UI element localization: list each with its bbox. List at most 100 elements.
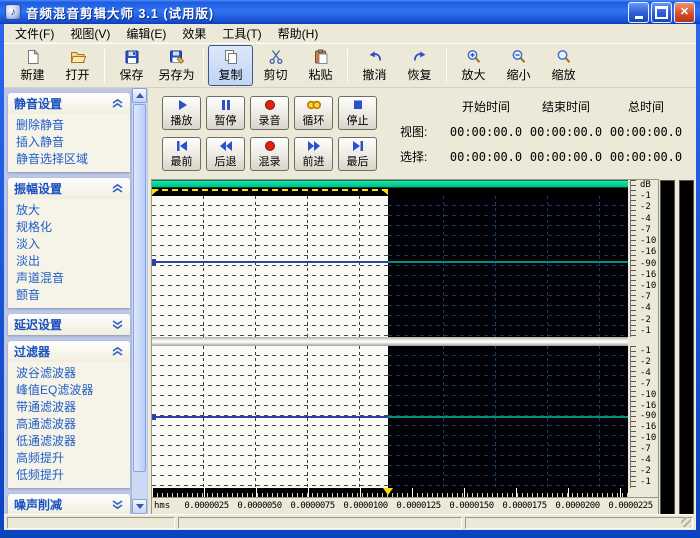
open-button[interactable]: 打开 (55, 45, 100, 86)
toolbar-separator (203, 49, 204, 83)
start-time-header: 开始时间 (446, 98, 526, 115)
zero-line (152, 416, 628, 418)
chevron-up-icon (111, 184, 124, 193)
waveform-editor[interactable]: dB -1 -2 -4 -7 -10 -16 -90 -16 -10 -7 -4… (152, 180, 658, 514)
scrollbar-thumb[interactable] (133, 104, 146, 472)
loop-button[interactable]: 循环 (294, 96, 333, 130)
play-button[interactable]: 播放 (162, 96, 201, 130)
sidebar-item-highpass-filter[interactable]: 高通滤波器 (16, 416, 128, 433)
time-ruler[interactable] (152, 488, 628, 497)
statusbar-pane (178, 517, 462, 529)
sidebar-item-fade-out[interactable]: 淡出 (16, 253, 128, 270)
app-window: ♪ 音频混音剪辑大师 3.1 (试用版) ✕ 文件(F) 视图(V) 编辑(E)… (0, 0, 700, 538)
sidebar-item-normalize[interactable]: 规格化 (16, 219, 128, 236)
panel-header-delay[interactable]: 延迟设置 (8, 314, 130, 335)
sidebar-item-high-boost[interactable]: 高频提升 (16, 450, 128, 467)
transport-controls: 播放 暂停 录音 循环 (162, 96, 377, 171)
sidebar-item-bandpass-filter[interactable]: 带通滤波器 (16, 399, 128, 416)
panel-header-amplitude[interactable]: 振幅设置 (8, 178, 130, 199)
sidebar-item-peak-eq-filter[interactable]: 峰值EQ滤波器 (16, 382, 128, 399)
record-button[interactable]: 录音 (250, 96, 289, 130)
redo-button[interactable]: 恢复 (397, 45, 442, 86)
undo-button[interactable]: 撤消 (352, 45, 397, 86)
save-as-button[interactable]: 另存为 (154, 45, 199, 86)
stop-button[interactable]: 停止 (338, 96, 377, 130)
main-area: 播放 暂停 录音 循环 (148, 88, 696, 514)
maximize-button[interactable] (651, 2, 672, 23)
sidebar-item-tremolo[interactable]: 颤音 (16, 287, 128, 304)
panel-header-filters[interactable]: 过滤器 (8, 341, 130, 362)
title-bar[interactable]: ♪ 音频混音剪辑大师 3.1 (试用版) ✕ (0, 0, 700, 24)
cut-button[interactable]: 剪切 (253, 45, 298, 86)
level-meters (660, 180, 696, 518)
zoom-in-button[interactable]: 放大 (451, 45, 496, 86)
selection-range-marker[interactable] (152, 189, 388, 195)
paste-button[interactable]: 粘贴 (298, 45, 343, 86)
sidebar-item-fade-in[interactable]: 淡入 (16, 236, 128, 253)
panel-header-silence[interactable]: 静音设置 (8, 93, 130, 114)
menu-tools[interactable]: 工具(T) (214, 23, 269, 44)
zoom-out-button[interactable]: 缩小 (496, 45, 541, 86)
zoom-out-icon (511, 49, 527, 65)
sidebar-item-low-boost[interactable]: 低频提升 (16, 467, 128, 484)
sidebar-item-notch-filter[interactable]: 波谷滤波器 (16, 365, 128, 382)
zoom-button[interactable]: 缩放 (541, 45, 586, 86)
panel-noise-reduction: 噪声削减 (8, 494, 130, 514)
total-time-header: 总时间 (606, 98, 686, 115)
db-scale-right-channel: -1 -2 -4 -7 -10 -16 -90 -16 -10 -7 -4 -2… (630, 346, 658, 488)
selected-region[interactable] (152, 196, 388, 337)
close-button[interactable]: ✕ (674, 2, 695, 23)
menu-effects[interactable]: 效果 (174, 23, 214, 44)
app-icon: ♪ (5, 4, 21, 20)
scroll-up-button[interactable] (132, 88, 147, 103)
workspace: 静音设置 删除静音 插入静音 静音选择区域 振幅设置 放大 (4, 88, 696, 514)
selection-row-label: 选择: (400, 148, 446, 165)
sidebar-item-channel-mix[interactable]: 声道混音 (16, 270, 128, 287)
menu-help[interactable]: 帮助(H) (270, 23, 327, 44)
timeline-unit-label: hms (152, 501, 180, 511)
go-end-button[interactable]: 最后 (338, 137, 377, 171)
zero-line (152, 261, 628, 263)
window-content: 文件(F) 视图(V) 编辑(E) 效果 工具(T) 帮助(H) 新建 打开 保… (4, 24, 696, 530)
menu-view[interactable]: 视图(V) (62, 23, 118, 44)
waveform-channel-left[interactable] (152, 196, 628, 337)
pause-button[interactable]: 暂停 (206, 96, 245, 130)
chevron-up-icon (111, 347, 124, 356)
menu-edit[interactable]: 编辑(E) (118, 23, 174, 44)
toolbar-separator (104, 49, 105, 83)
panel-header-noise[interactable]: 噪声削减 (8, 494, 130, 514)
minimize-button[interactable] (628, 2, 649, 23)
go-start-icon (175, 139, 189, 152)
status-bar (4, 514, 696, 530)
end-time-header: 结束时间 (526, 98, 606, 115)
save-as-icon (169, 49, 185, 65)
copy-icon (223, 49, 239, 65)
sidebar-item-insert-silence[interactable]: 插入静音 (16, 134, 128, 151)
sidebar-item-delete-silence[interactable]: 删除静音 (16, 117, 128, 134)
mix-record-button[interactable]: 混录 (250, 137, 289, 171)
level-meter-right (679, 180, 694, 518)
sidebar-item-amplify[interactable]: 放大 (16, 202, 128, 219)
rewind-icon (219, 139, 233, 152)
save-button[interactable]: 保存 (109, 45, 154, 86)
sidebar-scrollbar[interactable] (131, 88, 147, 514)
resize-grip-icon[interactable] (681, 517, 691, 527)
level-meter-left (660, 180, 675, 518)
view-start-time: 00:00:00.0 (446, 125, 526, 139)
new-button[interactable]: 新建 (10, 45, 55, 86)
waveform-channel-right[interactable] (152, 346, 628, 488)
scroll-down-button[interactable] (132, 499, 147, 514)
cut-icon (268, 49, 284, 65)
unselected-region[interactable] (388, 196, 628, 337)
rewind-button[interactable]: 后退 (206, 137, 245, 171)
channel-divider[interactable] (152, 337, 628, 346)
overview-bar[interactable] (152, 180, 628, 188)
zoom-icon (556, 49, 572, 65)
copy-button[interactable]: 复制 (208, 45, 253, 86)
open-folder-icon (70, 49, 86, 65)
menu-file[interactable]: 文件(F) (7, 23, 62, 44)
sidebar-item-silence-selection[interactable]: 静音选择区域 (16, 151, 128, 168)
go-start-button[interactable]: 最前 (162, 137, 201, 171)
forward-button[interactable]: 前进 (294, 137, 333, 171)
sidebar-item-lowpass-filter[interactable]: 低通滤波器 (16, 433, 128, 450)
